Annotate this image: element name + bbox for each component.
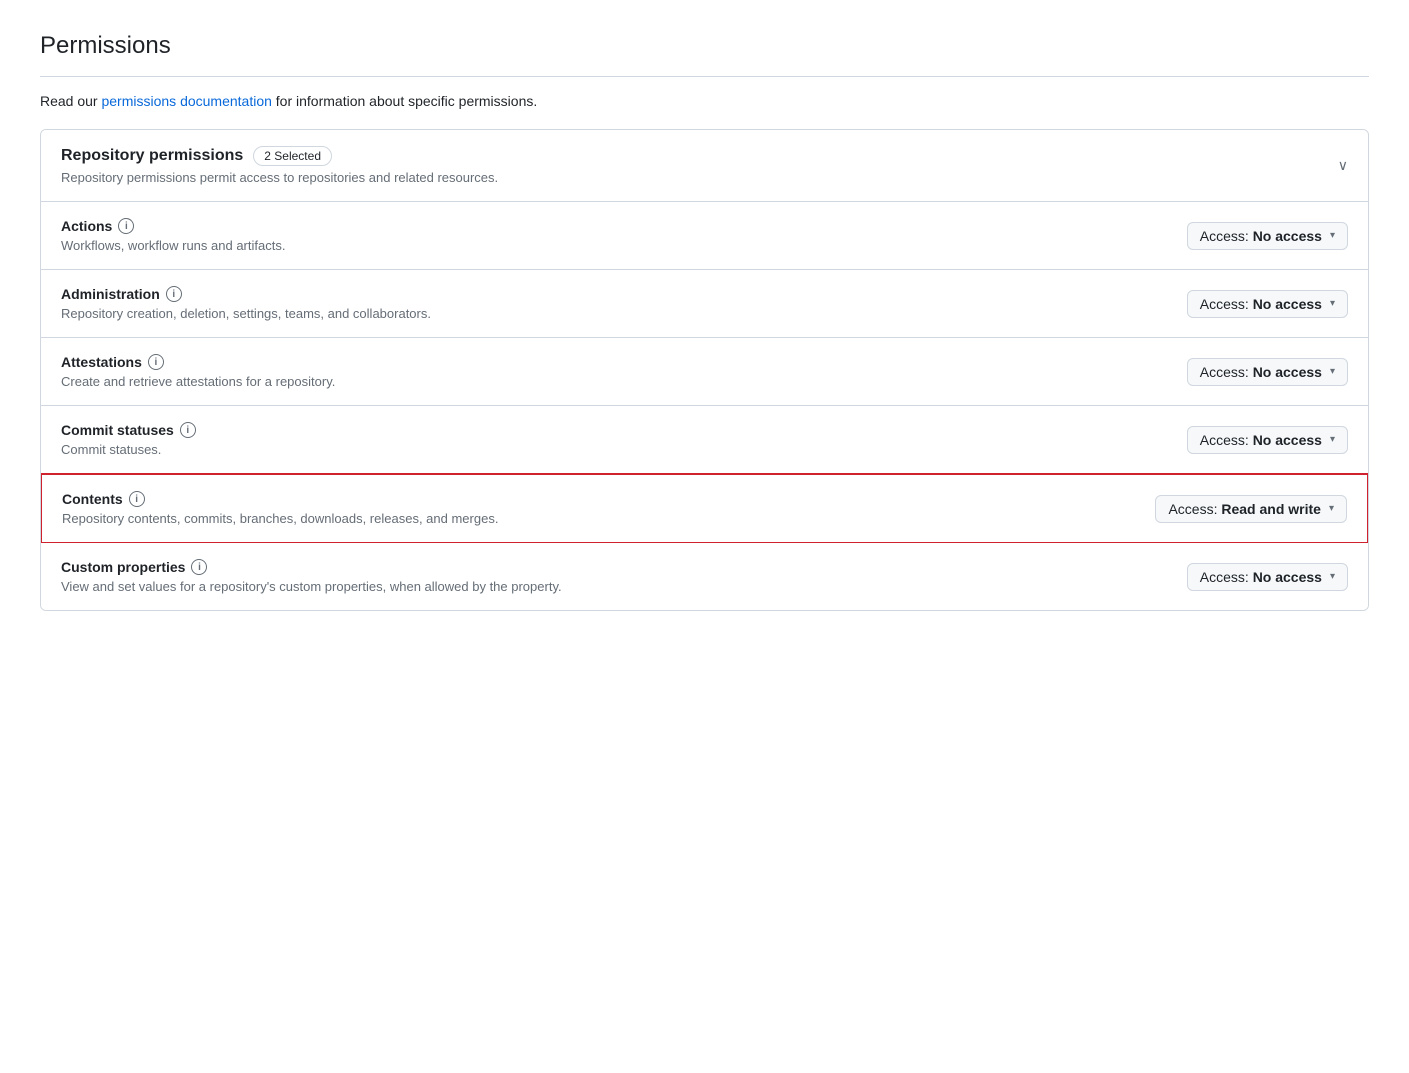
permission-row-commit-statuses: Commit statuses i Commit statuses. Acces… [41, 406, 1368, 474]
permission-title-administration: Administration [61, 286, 160, 302]
page-title: Permissions [40, 32, 1369, 60]
permission-row-contents: Contents i Repository contents, commits,… [40, 473, 1369, 544]
permission-row-custom-properties: Custom properties i View and set values … [41, 543, 1368, 610]
permission-title-attestations: Attestations [61, 354, 142, 370]
repo-permissions-title: Repository permissions [61, 147, 243, 165]
access-label-administration: Access: No access [1200, 296, 1322, 312]
permission-row-administration: Administration i Repository creation, de… [41, 270, 1368, 338]
repo-permissions-left: Repository permissions 2 Selected Reposi… [61, 146, 498, 185]
dropdown-arrow-actions: ▾ [1330, 230, 1335, 241]
permission-desc-attestations: Create and retrieve attestations for a r… [61, 374, 1187, 389]
permission-desc-contents: Repository contents, commits, branches, … [62, 511, 1155, 526]
permission-title-custom-properties: Custom properties [61, 559, 185, 575]
permission-title-row-administration: Administration i [61, 286, 1187, 302]
access-dropdown-attestations[interactable]: Access: No access ▾ [1187, 358, 1348, 386]
access-label-attestations: Access: No access [1200, 364, 1322, 380]
access-dropdown-administration[interactable]: Access: No access ▾ [1187, 290, 1348, 318]
dropdown-arrow-contents: ▾ [1329, 503, 1334, 514]
repo-permissions-subtitle: Repository permissions permit access to … [61, 170, 498, 185]
access-dropdown-commit-statuses[interactable]: Access: No access ▾ [1187, 426, 1348, 454]
permission-title-contents: Contents [62, 491, 123, 507]
access-dropdown-custom-properties[interactable]: Access: No access ▾ [1187, 563, 1348, 591]
permissions-container: Repository permissions 2 Selected Reposi… [40, 129, 1369, 611]
permission-desc-custom-properties: View and set values for a repository's c… [61, 579, 1187, 594]
permission-left-actions: Actions i Workflows, workflow runs and a… [61, 218, 1187, 253]
info-icon-actions[interactable]: i [118, 218, 134, 234]
access-dropdown-actions[interactable]: Access: No access ▾ [1187, 222, 1348, 250]
dropdown-arrow-commit-statuses: ▾ [1330, 434, 1335, 445]
intro-paragraph: Read our permissions documentation for i… [40, 93, 1369, 109]
permission-title-row-attestations: Attestations i [61, 354, 1187, 370]
permission-left-attestations: Attestations i Create and retrieve attes… [61, 354, 1187, 389]
dropdown-arrow-attestations: ▾ [1330, 366, 1335, 377]
access-label-contents: Access: Read and write [1168, 501, 1321, 517]
permission-left-administration: Administration i Repository creation, de… [61, 286, 1187, 321]
permission-title-row-contents: Contents i [62, 491, 1155, 507]
info-icon-custom-properties[interactable]: i [191, 559, 207, 575]
access-label-actions: Access: No access [1200, 228, 1322, 244]
permission-desc-commit-statuses: Commit statuses. [61, 442, 1187, 457]
access-dropdown-contents[interactable]: Access: Read and write ▾ [1155, 495, 1347, 523]
permissions-doc-link[interactable]: permissions documentation [101, 93, 271, 109]
permission-left-commit-statuses: Commit statuses i Commit statuses. [61, 422, 1187, 457]
access-label-custom-properties: Access: No access [1200, 569, 1322, 585]
repo-permissions-title-row: Repository permissions 2 Selected [61, 146, 498, 166]
info-icon-attestations[interactable]: i [148, 354, 164, 370]
permission-title-actions: Actions [61, 218, 112, 234]
permission-desc-actions: Workflows, workflow runs and artifacts. [61, 238, 1187, 253]
dropdown-arrow-administration: ▾ [1330, 298, 1335, 309]
permission-left-contents: Contents i Repository contents, commits,… [62, 491, 1155, 526]
info-icon-contents[interactable]: i [129, 491, 145, 507]
permission-title-row-custom-properties: Custom properties i [61, 559, 1187, 575]
dropdown-arrow-custom-properties: ▾ [1330, 571, 1335, 582]
permission-left-custom-properties: Custom properties i View and set values … [61, 559, 1187, 594]
intro-suffix: for information about specific permissio… [272, 93, 537, 109]
permission-title-row-actions: Actions i [61, 218, 1187, 234]
permission-title-commit-statuses: Commit statuses [61, 422, 174, 438]
info-icon-commit-statuses[interactable]: i [180, 422, 196, 438]
permission-desc-administration: Repository creation, deletion, settings,… [61, 306, 1187, 321]
access-label-commit-statuses: Access: No access [1200, 432, 1322, 448]
permission-row-attestations: Attestations i Create and retrieve attes… [41, 338, 1368, 406]
repo-permissions-header: Repository permissions 2 Selected Reposi… [41, 130, 1368, 202]
permission-row-actions: Actions i Workflows, workflow runs and a… [41, 202, 1368, 270]
permission-title-row-commit-statuses: Commit statuses i [61, 422, 1187, 438]
info-icon-administration[interactable]: i [166, 286, 182, 302]
chevron-down-icon[interactable]: ∨ [1338, 157, 1348, 174]
selected-badge: 2 Selected [253, 146, 332, 166]
intro-prefix: Read our [40, 93, 101, 109]
title-divider [40, 76, 1369, 77]
